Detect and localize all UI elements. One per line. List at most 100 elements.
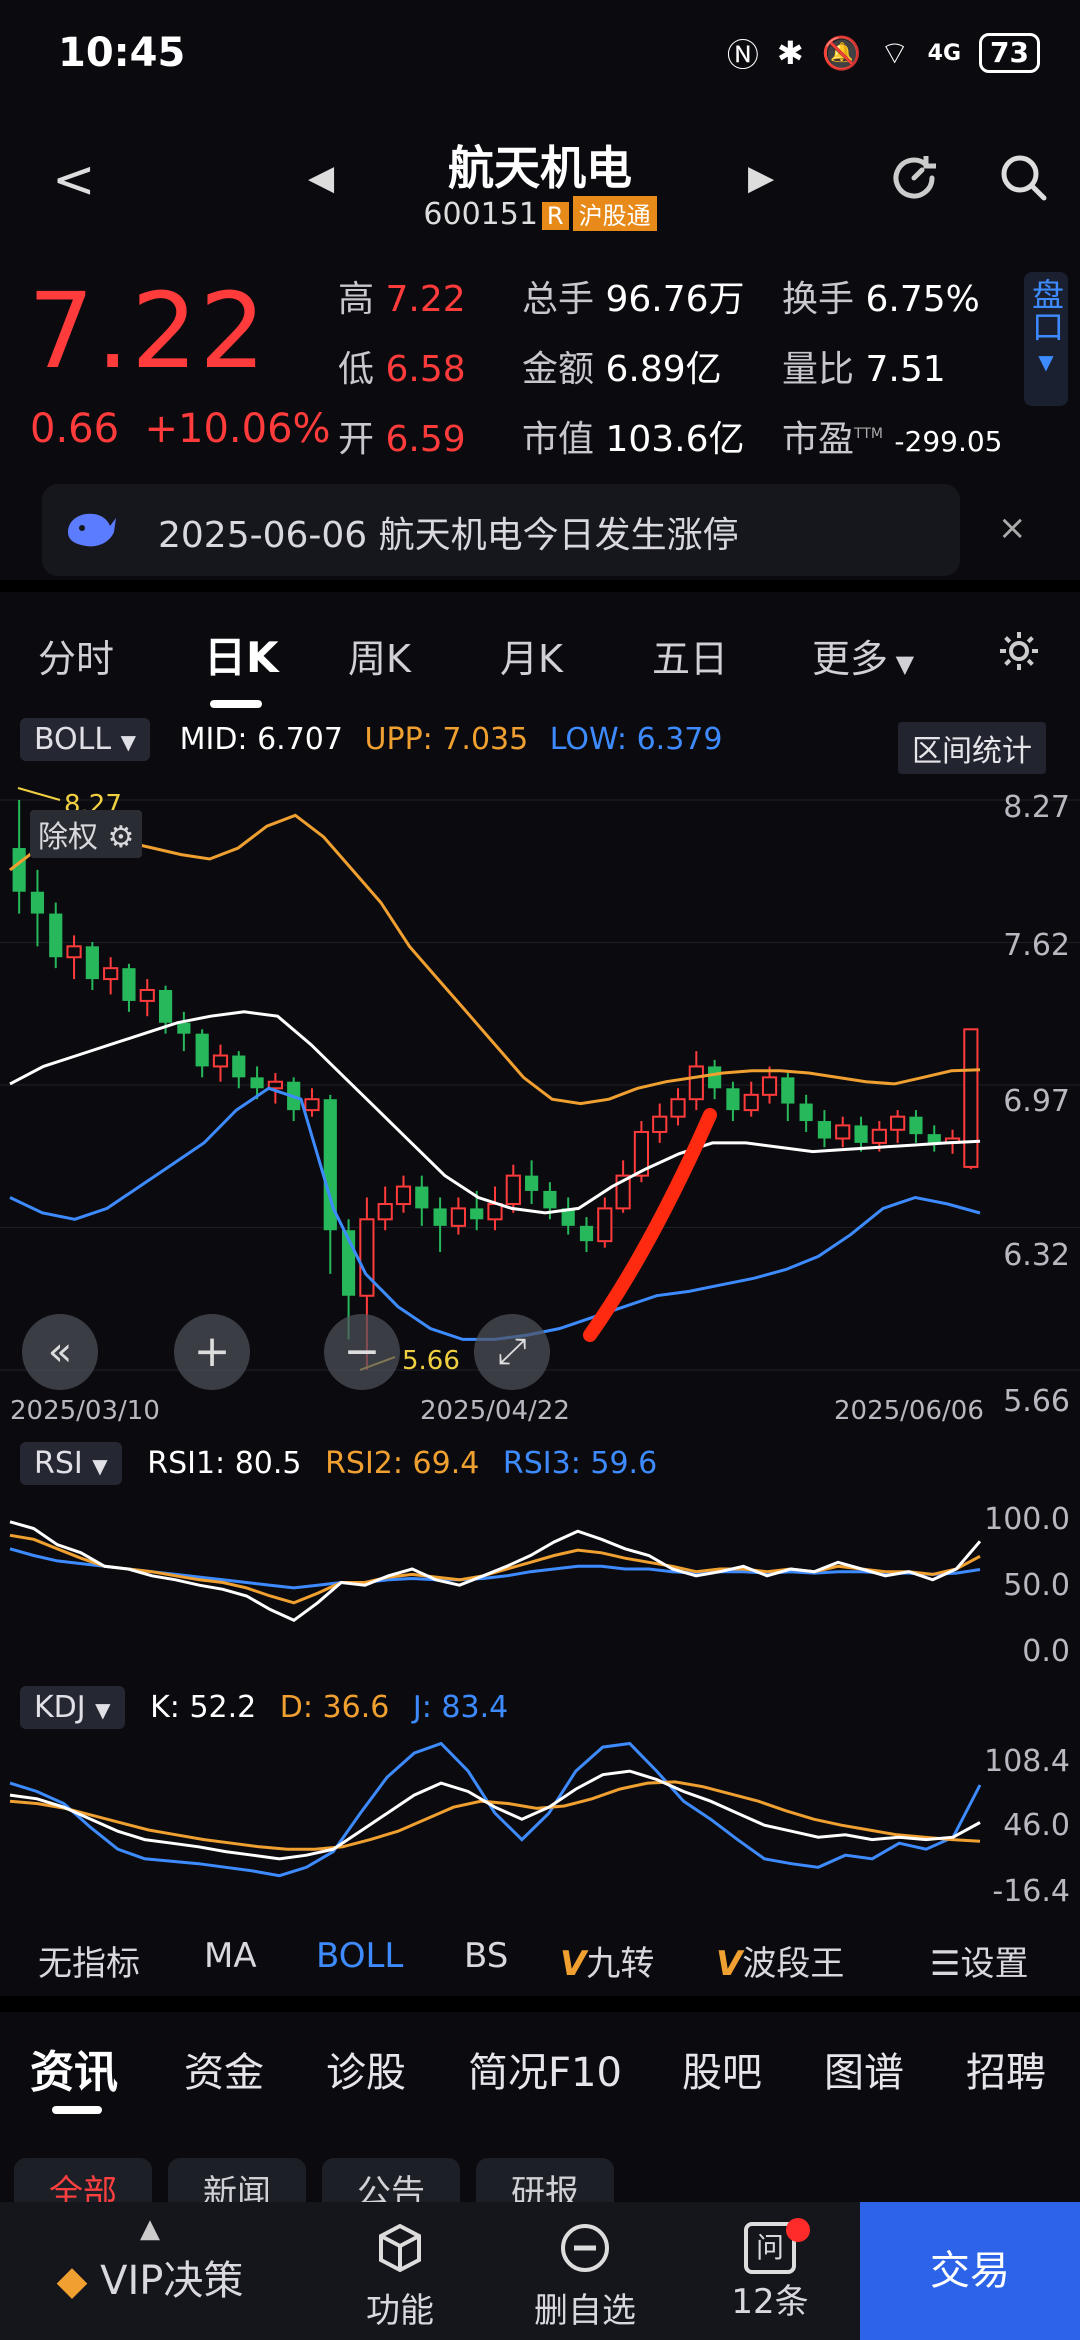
- y-tick: 5.66: [1003, 1384, 1070, 1419]
- mute-icon: 🔕: [821, 34, 862, 72]
- search-icon[interactable]: [996, 150, 1052, 210]
- tab-five-day[interactable]: 五日: [652, 628, 728, 683]
- rsi-indicator-select[interactable]: RSI ▼: [20, 1442, 122, 1485]
- x-date: 2025/04/22: [420, 1396, 570, 1426]
- function-button[interactable]: 功能: [320, 2222, 480, 2332]
- tag-r: R: [541, 202, 569, 230]
- kdj-indicator-select[interactable]: KDJ ▼: [20, 1686, 125, 1729]
- candle: [799, 1103, 813, 1122]
- x-date: 2025/06/06: [834, 1396, 984, 1426]
- tab-forum[interactable]: 股吧: [682, 2040, 762, 2098]
- network-label: 4G: [927, 40, 962, 66]
- quote-pe: 市盈TTM -299.05: [782, 419, 1003, 460]
- ind-jiuzhuan[interactable]: V九转: [560, 1936, 654, 1985]
- divider: [0, 580, 1080, 592]
- rsi-legend: RSI ▼ RSI1: 80.5 RSI2: 69.4 RSI3: 59.6: [20, 1442, 657, 1485]
- remove-watchlist-button[interactable]: 删自选: [500, 2222, 670, 2332]
- ind-ma[interactable]: MA: [204, 1936, 257, 1976]
- kdj-chart[interactable]: [0, 1740, 1080, 1920]
- y-tick: 7.62: [1003, 928, 1070, 963]
- quote-turnover: 换手 6.75%: [782, 279, 980, 320]
- candle: [743, 1093, 759, 1112]
- tab-diagnose[interactable]: 诊股: [326, 2040, 406, 2098]
- candle: [85, 946, 99, 980]
- ind-boduanwang[interactable]: V波段王: [716, 1936, 844, 1985]
- candle: [670, 1098, 686, 1118]
- ind-settings[interactable]: ☰设置: [930, 1936, 1028, 1985]
- rsi-chart[interactable]: [0, 1500, 1080, 1670]
- nfc-icon: Ⓝ: [726, 36, 759, 74]
- ind-boll[interactable]: BOLL: [316, 1936, 403, 1976]
- tab-f10[interactable]: 简况F10: [468, 2040, 622, 2098]
- candle: [415, 1186, 429, 1209]
- kdj-y-tick: -16.4: [992, 1874, 1070, 1909]
- tab-jobs[interactable]: 招聘: [966, 2040, 1046, 2098]
- ind-none[interactable]: 无指标: [38, 1936, 140, 1985]
- candle: [158, 990, 173, 1023]
- tab-graph[interactable]: 图谱: [824, 2040, 904, 2098]
- ind-bs[interactable]: BS: [464, 1936, 508, 1976]
- minus-circle-icon: [561, 2224, 609, 2272]
- candle: [854, 1125, 868, 1143]
- ask-button[interactable]: 问 12条: [690, 2222, 850, 2323]
- trade-button[interactable]: 交易: [860, 2202, 1080, 2340]
- candle: [450, 1207, 466, 1227]
- divider: [0, 1996, 1080, 2012]
- range-stats-button[interactable]: 区间统计: [898, 722, 1046, 774]
- refresh-icon[interactable]: [886, 150, 942, 210]
- stock-code: 600151: [423, 197, 538, 232]
- candle: [597, 1207, 613, 1243]
- tab-funds[interactable]: 资金: [184, 2040, 264, 2098]
- candle: [579, 1225, 594, 1242]
- kdj-d-line: [9, 1780, 981, 1851]
- vip-v-icon: V: [560, 1944, 587, 1984]
- chuquan-button[interactable]: 除权 ⚙: [30, 810, 143, 858]
- tab-more[interactable]: 更多 ▼: [812, 628, 914, 683]
- candle: [267, 1080, 283, 1090]
- candle: [817, 1121, 832, 1139]
- zoom-out-icon[interactable]: −: [324, 1314, 400, 1390]
- vip-decision-button[interactable]: ▲ ◆ VIP决策: [0, 2214, 300, 2306]
- candle: [688, 1065, 704, 1101]
- quote-volume: 总手 96.76万: [522, 279, 745, 320]
- fullscreen-icon[interactable]: ⤢: [474, 1314, 550, 1390]
- kdj-y-tick: 46.0: [1003, 1808, 1070, 1843]
- tab-intraday[interactable]: 分时: [38, 628, 114, 683]
- candle: [525, 1175, 539, 1191]
- boll-legend: BOLL ▼ MID: 6.707 UPP: 7.035 LOW: 6.379: [20, 718, 722, 761]
- boll-indicator-select[interactable]: BOLL ▼: [20, 718, 151, 761]
- tab-monthly-k[interactable]: 月K: [500, 628, 563, 683]
- whale-icon: [60, 498, 120, 562]
- candle: [708, 1066, 722, 1089]
- chart-settings-icon[interactable]: [996, 628, 1042, 678]
- candle: [909, 1116, 923, 1135]
- y-tick: 8.27: [1003, 790, 1070, 825]
- notice-text[interactable]: 2025-06-06 航天机电今日发生涨停: [158, 506, 739, 558]
- candle: [250, 1077, 264, 1089]
- tab-news[interactable]: 资讯: [30, 2036, 118, 2100]
- pankou-button[interactable]: 盘口 ▼: [1024, 272, 1068, 406]
- candle: [49, 913, 63, 958]
- candle: [122, 968, 136, 1001]
- kdj-j-line: [9, 1741, 982, 1878]
- candle: [543, 1190, 557, 1209]
- tab-daily-k[interactable]: 日K: [204, 624, 279, 685]
- candle: [139, 989, 155, 1002]
- close-icon[interactable]: ×: [998, 508, 1027, 548]
- zoom-in-icon[interactable]: +: [174, 1314, 250, 1390]
- next-stock-icon[interactable]: ▶: [748, 158, 774, 198]
- gear-icon: ⚙: [107, 820, 135, 855]
- cube-icon: [379, 2223, 421, 2273]
- candle: [927, 1134, 941, 1143]
- notification-badge: [786, 2218, 810, 2242]
- candle: [963, 1028, 979, 1168]
- quote-volume-ratio: 量比 7.51: [782, 349, 946, 390]
- y-tick: 6.32: [1003, 1238, 1070, 1273]
- scroll-left-icon[interactable]: «: [22, 1314, 98, 1390]
- wifi-icon: ⌔: [879, 34, 910, 72]
- candle: [470, 1208, 484, 1220]
- candle: [304, 1098, 320, 1112]
- current-price: 7.22: [28, 270, 268, 392]
- quote-market-cap: 市值 103.6亿: [522, 419, 745, 460]
- tab-weekly-k[interactable]: 周K: [348, 628, 411, 683]
